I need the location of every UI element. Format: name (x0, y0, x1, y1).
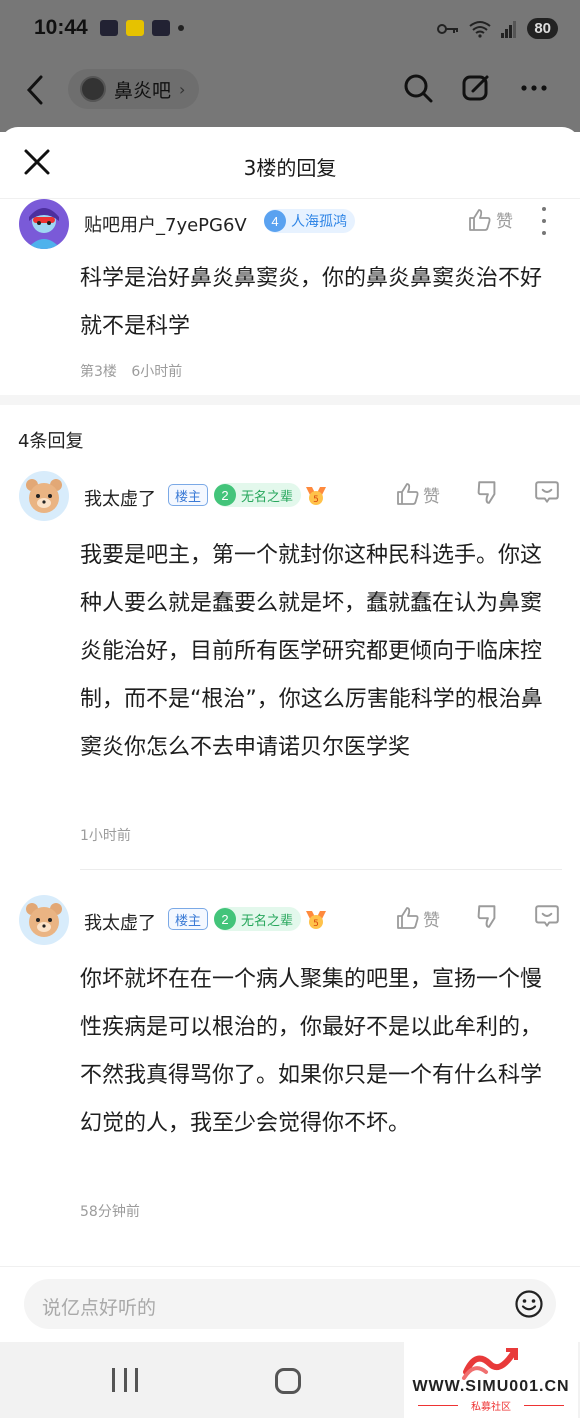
level-badge: 2 无名之辈 (214, 907, 302, 931)
bear-avatar-image (19, 471, 69, 521)
level-badge: 4 人海孤鸿 (264, 209, 355, 233)
owner-tag: 楼主 (168, 484, 208, 506)
recent-apps-button[interactable] (112, 1368, 138, 1392)
home-button[interactable] (275, 1368, 301, 1394)
thumbs-up-icon (397, 483, 419, 505)
avatar[interactable] (19, 895, 69, 945)
emoji-button[interactable] (514, 1289, 544, 1319)
svg-text:5: 5 (313, 495, 319, 505)
reply-count: 4条回复 (18, 431, 84, 452)
dislike-button[interactable] (476, 903, 506, 933)
back-button[interactable] (26, 74, 44, 114)
reply-sheet: 3楼的回复 贴吧用户_7yePG6V 4 人海孤鸿 赞 科学是治好鼻炎鼻窦炎，你… (0, 127, 580, 1342)
like-label: 赞 (423, 486, 440, 507)
bear-avatar-image (19, 895, 69, 945)
reply-input[interactable]: 说亿点好听的 (24, 1279, 556, 1329)
level-title: 无名之辈 (241, 913, 294, 929)
username[interactable]: 我太虚了 (84, 909, 156, 935)
more-notifications-icon (178, 25, 184, 31)
battery-indicator: 80 (527, 18, 558, 39)
level-badge: 2 无名之辈 (214, 483, 302, 507)
signal-icon (501, 20, 517, 38)
more-horizontal-icon (521, 85, 547, 91)
sheet-title: 3楼的回复 (243, 156, 337, 180)
medal-icon: 5 (306, 911, 326, 929)
key-icon (437, 23, 459, 34)
like-label: 赞 (423, 910, 440, 931)
status-right: 80 (437, 18, 558, 39)
reply-actions: 赞 (396, 903, 564, 933)
thumbs-up-icon (397, 907, 419, 929)
reply-content: 你坏就坏在在一个病人聚集的吧里，宣扬一个慢性疾病是可以根治的，你最好不是以此牟利… (80, 967, 543, 1136)
floor-number: 第3楼 (80, 364, 117, 380)
username[interactable]: 我太虚了 (84, 485, 156, 511)
owner-tag: 楼主 (168, 908, 208, 930)
video-notification-icon (152, 20, 170, 36)
nav-actions (402, 72, 550, 104)
forum-nav-bar: 鼻炎吧 › (0, 62, 580, 132)
notification-icons (100, 20, 184, 36)
avatar[interactable] (19, 199, 69, 249)
reply-separator (80, 869, 562, 870)
post-meta: 第3楼 6小时前 (80, 361, 182, 381)
watermark-url: WWW.SIMU001.CN (412, 1378, 570, 1395)
wifi-icon (469, 20, 491, 38)
level-number: 2 (214, 484, 236, 506)
emoji-icon (515, 1290, 543, 1318)
like-button[interactable]: 赞 (468, 207, 513, 232)
watermark-logo-icon (462, 1348, 518, 1380)
comment-icon (535, 905, 559, 927)
forum-avatar (80, 76, 106, 102)
chevron-right-icon: › (179, 79, 186, 99)
main-post: 贴吧用户_7yePG6V 4 人海孤鸿 赞 科学是治好鼻炎鼻窦炎，你的鼻炎鼻窦炎… (0, 199, 580, 395)
level-title: 人海孤鸿 (291, 214, 347, 230)
watermark: WWW.SIMU001.CN 私募社区 (404, 1340, 578, 1418)
like-label: 赞 (496, 212, 513, 232)
level-number: 2 (214, 908, 236, 930)
status-bar: 10:44 80 (0, 0, 580, 62)
dislike-button[interactable] (476, 479, 506, 509)
post-time: 6小时前 (131, 364, 183, 380)
level-title: 无名之辈 (241, 489, 294, 505)
edit-icon (462, 75, 489, 101)
reply-item: 我太虚了 楼主 2 无名之辈 5 赞 我要是吧主，第一个就封你这种民科选手。你这… (0, 471, 580, 895)
reply-actions: 赞 (396, 479, 564, 509)
comment-icon (535, 481, 559, 503)
comment-button[interactable] (534, 479, 564, 509)
level-number: 4 (264, 210, 286, 232)
medal-icon: 5 (306, 487, 326, 505)
user-avatar-image (19, 199, 69, 249)
reply-content: 我要是吧主，第一个就封你这种民科选手。你这种人要么就是蠢要么就是坏，蠢就蠢在认为… (80, 543, 543, 760)
compose-button[interactable] (460, 72, 492, 104)
search-icon (404, 74, 433, 103)
reply-input-placeholder: 说亿点好听的 (42, 1297, 157, 1319)
forum-name: 鼻炎吧 (114, 79, 172, 102)
thumbs-down-icon (477, 481, 496, 504)
thumbs-up-icon (469, 208, 491, 231)
watermark-line (524, 1405, 564, 1406)
reply-input-bar: 说亿点好听的 (0, 1266, 580, 1342)
app-notification-icon (126, 20, 144, 36)
sheet-header: 3楼的回复 (0, 127, 580, 199)
post-content: 科学是治好鼻炎鼻窦炎，你的鼻炎鼻窦炎治不好就不是科学 (80, 266, 543, 339)
search-button[interactable] (402, 72, 434, 104)
reply-time: 1小时前 (80, 828, 131, 844)
more-options-icon[interactable] (539, 207, 549, 235)
thumbs-down-icon (477, 905, 496, 928)
reply-time: 58分钟前 (80, 1204, 140, 1220)
like-button[interactable]: 赞 (396, 906, 476, 931)
comment-button[interactable] (534, 903, 564, 933)
reply-item: 我太虚了 楼主 2 无名之辈 5 赞 你坏就坏在在一个病人聚集的吧里，宣扬一个慢… (0, 895, 580, 1275)
avatar[interactable] (19, 471, 69, 521)
svg-text:5: 5 (313, 919, 319, 929)
username[interactable]: 贴吧用户_7yePG6V (84, 211, 247, 237)
like-button[interactable]: 赞 (396, 482, 476, 507)
more-button[interactable] (518, 72, 550, 104)
app-notification-icon (100, 20, 118, 36)
forum-link[interactable]: 鼻炎吧 › (68, 69, 200, 109)
status-time: 10:44 (34, 16, 88, 39)
chevron-left-icon (26, 75, 43, 105)
section-divider (0, 395, 580, 405)
